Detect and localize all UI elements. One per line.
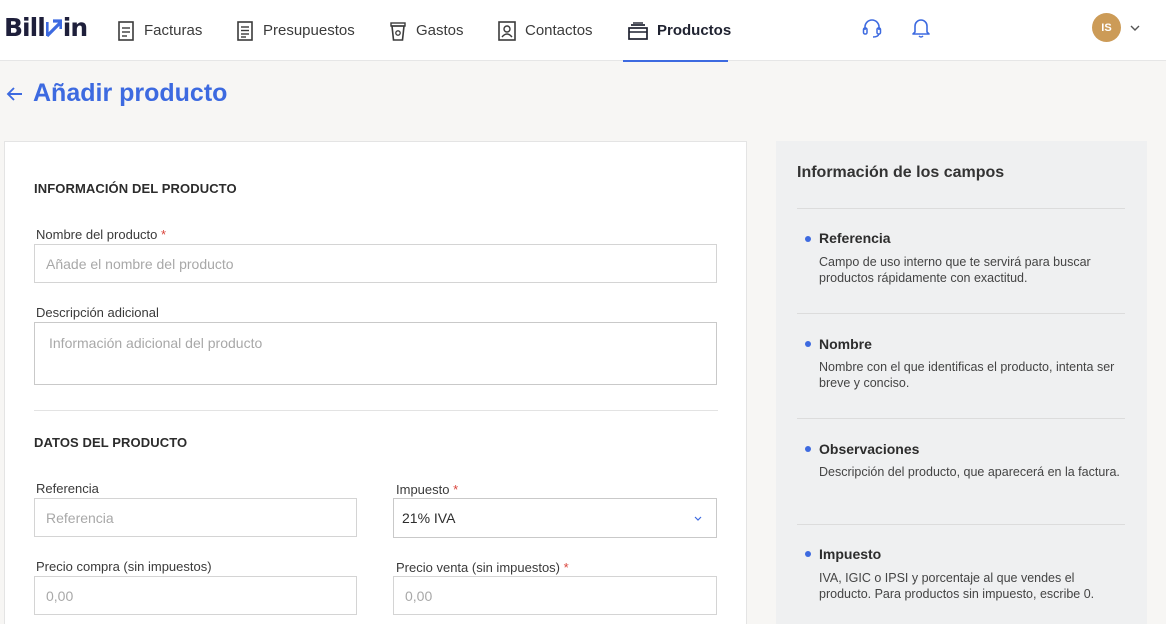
nav-item-label: Presupuestos: [263, 22, 355, 39]
reference-input[interactable]: Referencia: [34, 498, 357, 537]
required-marker: *: [563, 560, 569, 575]
field-info-panel: Información de los campos Referencia Cam…: [776, 141, 1147, 624]
section-title-product-info: INFORMACIÓN DEL PRODUCTO: [34, 181, 237, 196]
logo-text-right: in: [62, 13, 88, 42]
bullet-dot-icon: [805, 551, 811, 557]
product-name-label-text: Nombre del producto: [36, 227, 158, 242]
reference-label: Referencia: [36, 481, 99, 496]
nav-item-gastos[interactable]: Gastos: [389, 0, 464, 61]
sale-price-input[interactable]: 0,00: [393, 576, 717, 615]
info-separator: [797, 418, 1125, 419]
bullet-dot-icon: [805, 446, 811, 452]
info-separator: [797, 524, 1125, 525]
user-avatar[interactable]: IS: [1092, 13, 1121, 42]
invoice-icon: [117, 20, 135, 42]
required-marker: *: [161, 227, 167, 242]
tax-select[interactable]: 21% IVA: [393, 498, 717, 538]
product-form-card: INFORMACIÓN DEL PRODUCTO Nombre del prod…: [4, 141, 747, 624]
info-item-title: Observaciones: [819, 441, 920, 457]
nav-item-label: Contactos: [525, 22, 593, 39]
top-navigation-bar: Bill in Facturas Presupuestos Gastos Con…: [0, 0, 1166, 62]
logo-arrow-icon: [45, 19, 62, 37]
info-item-description: IVA, IGIC o IPSI y porcentaje al que ven…: [819, 571, 1095, 601]
description-label: Descripción adicional: [36, 305, 159, 320]
info-item-title: Nombre: [819, 336, 872, 352]
back-arrow-icon[interactable]: [6, 85, 24, 103]
nav-item-label: Gastos: [416, 22, 464, 39]
page-title: Añadir producto: [33, 79, 228, 107]
section-title-product-data: DATOS DEL PRODUCTO: [34, 435, 188, 450]
info-item-title: Referencia: [819, 230, 891, 246]
contact-card-icon: [498, 20, 516, 42]
section-divider: [34, 410, 718, 411]
info-item-description: Nombre con el que identificas el product…: [819, 360, 1115, 390]
info-item-description: Descripción del producto, que aparecerá …: [819, 465, 1120, 479]
nav-item-contactos[interactable]: Contactos: [498, 0, 593, 61]
info-item-title: Impuesto: [819, 546, 882, 562]
tax-label: Impuesto *: [396, 482, 458, 497]
sale-price-label: Precio venta (sin impuestos) *: [396, 560, 569, 575]
notifications-bell-icon[interactable]: [910, 17, 932, 39]
chevron-down-icon[interactable]: [1129, 22, 1141, 34]
logo-text-left: Bill: [4, 13, 46, 42]
info-item-description: Campo de uso interno que te servirá para…: [819, 255, 1091, 285]
tax-label-text: Impuesto: [396, 482, 450, 497]
info-separator: [797, 313, 1125, 314]
nav-item-facturas[interactable]: Facturas: [117, 0, 202, 61]
bullet-dot-icon: [805, 236, 811, 242]
purchase-price-label: Precio compra (sin impuestos): [36, 559, 212, 574]
nav-item-label: Productos: [657, 22, 732, 39]
nav-item-label: Facturas: [144, 22, 203, 39]
chevron-down-icon: [694, 516, 702, 521]
expense-cup-icon: [389, 20, 407, 42]
info-panel-title: Información de los campos: [797, 164, 1005, 181]
quote-icon: [236, 20, 254, 42]
nav-item-productos[interactable]: Productos: [623, 0, 732, 62]
billin-logo[interactable]: Bill in: [4, 13, 88, 42]
sale-price-label-text: Precio venta (sin impuestos): [396, 560, 561, 575]
product-name-input[interactable]: Añade el nombre del producto: [34, 244, 717, 283]
product-name-label: Nombre del producto *: [36, 227, 166, 242]
info-separator: [797, 208, 1125, 209]
nav-item-presupuestos[interactable]: Presupuestos: [236, 0, 355, 61]
support-headset-icon[interactable]: [861, 17, 883, 39]
tax-select-value: 21% IVA: [402, 510, 456, 526]
bullet-dot-icon: [805, 341, 811, 347]
description-textarea[interactable]: Información adicional del producto: [34, 322, 717, 385]
product-box-icon: [628, 20, 648, 42]
purchase-price-input[interactable]: 0,00: [34, 576, 357, 615]
required-marker: *: [453, 482, 459, 497]
